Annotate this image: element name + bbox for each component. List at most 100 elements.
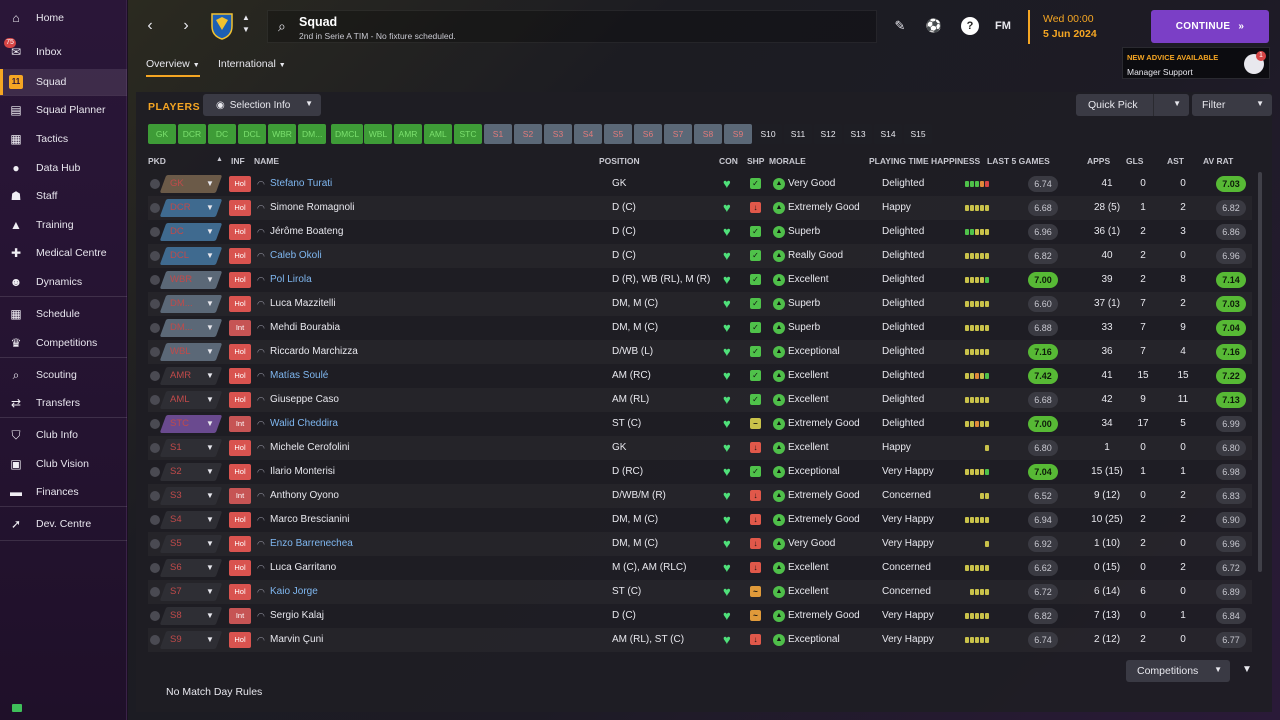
col-morale[interactable]: MORALE	[769, 156, 806, 166]
player-name[interactable]: Matías Soulé	[270, 364, 328, 388]
sidebar-item-dev-centre[interactable]: ➚ Dev. Centre	[0, 511, 127, 537]
quick-pick-button[interactable]: Quick Pick ▼	[1076, 94, 1189, 116]
pick-radio[interactable]	[150, 323, 160, 333]
sidebar-item-staff[interactable]: ☗ Staff	[0, 183, 127, 209]
table-row[interactable]: S8 ▼ Int ◠ Sergio Kalaj D (C) ♥ ~ ▲ Extremely Goo…	[148, 604, 1252, 628]
player-name[interactable]: Mehdi Bourabia	[270, 316, 340, 340]
sidebar-item-training[interactable]: ▲ Training	[0, 212, 127, 238]
player-name[interactable]: Kaio Jorge	[270, 580, 318, 604]
player-name[interactable]: Luca Garritano	[270, 556, 336, 580]
club-badge-icon[interactable]	[210, 12, 234, 40]
position-chip-s3[interactable]: S3	[544, 124, 572, 144]
back-arrow-icon[interactable]: ‹	[140, 16, 160, 36]
col-ast[interactable]: AST	[1167, 156, 1184, 166]
table-row[interactable]: GK ▼ Hol ◠ Stefano Turati GK ♥ ✓ ▲ Very Good Delig…	[148, 172, 1252, 196]
sidebar-item-finances[interactable]: ▬ Finances	[0, 479, 127, 505]
position-chip-dm[interactable]: DM...	[298, 124, 327, 144]
position-chip-s13[interactable]: S13	[844, 124, 872, 144]
club-switch-icon[interactable]: ▲ ▼	[240, 12, 252, 36]
sidebar-item-squad-planner[interactable]: ▤ Squad Planner	[0, 97, 127, 123]
pick-radio[interactable]	[150, 635, 160, 645]
col-last-5-games[interactable]: LAST 5 GAMES	[987, 156, 1050, 166]
col-position[interactable]: POSITION	[599, 156, 640, 166]
player-name[interactable]: Riccardo Marchizza	[270, 340, 358, 364]
pick-radio[interactable]	[150, 491, 160, 501]
table-row[interactable]: DCL ▼ Hol ◠ Caleb Okoli D (C) ♥ ✓ ▲ Really Good De…	[148, 244, 1252, 268]
table-row[interactable]: STC ▼ Int ◠ Walid Cheddira ST (C) ♥ – ▲ Extremely…	[148, 412, 1252, 436]
position-chip-amr[interactable]: AMR	[394, 124, 422, 144]
player-name[interactable]: Ilario Monterisi	[270, 460, 335, 484]
pick-radio[interactable]	[150, 299, 160, 309]
table-row[interactable]: DM... ▼ Int ◠ Mehdi Bourabia DM, M (C) ♥ ✓ ▲ Supe…	[148, 316, 1252, 340]
player-name[interactable]: Jérôme Boateng	[270, 220, 343, 244]
position-chip-s6[interactable]: S6	[634, 124, 662, 144]
player-name[interactable]: Stefano Turati	[270, 172, 332, 196]
player-name[interactable]: Marvin Çuni	[270, 628, 323, 652]
player-name[interactable]: Anthony Oyono	[270, 484, 339, 508]
filter-button[interactable]: Filter ▼	[1192, 94, 1272, 116]
position-chip-s10[interactable]: S10	[754, 124, 782, 144]
ball-icon[interactable]: ⚽	[925, 17, 943, 35]
sidebar-item-scouting[interactable]: ⌕ Scouting	[0, 362, 127, 388]
position-chip-s1[interactable]: S1	[484, 124, 512, 144]
pick-radio[interactable]	[150, 179, 160, 189]
tab-international[interactable]: International ▼	[218, 58, 286, 70]
col-pkd[interactable]: PKD	[148, 156, 166, 166]
player-name[interactable]: Caleb Okoli	[270, 244, 322, 268]
player-name[interactable]: Sergio Kalaj	[270, 604, 324, 628]
pick-radio[interactable]	[150, 443, 160, 453]
position-chip-s9[interactable]: S9	[724, 124, 752, 144]
position-chip-dc[interactable]: DC	[208, 124, 236, 144]
pick-radio[interactable]	[150, 419, 160, 429]
position-chip-s7[interactable]: S7	[664, 124, 692, 144]
col-av-rat[interactable]: AV RAT	[1203, 156, 1233, 166]
position-chip-s2[interactable]: S2	[514, 124, 542, 144]
pick-radio[interactable]	[150, 371, 160, 381]
table-row[interactable]: S1 ▼ Hol ◠ Michele Cerofolini GK ♥ ↓ ▲ Excellent H…	[148, 436, 1252, 460]
sidebar-item-club-info[interactable]: ⛉ Club Info	[0, 422, 127, 448]
table-row[interactable]: S9 ▼ Hol ◠ Marvin Çuni AM (RL), ST (C) ♥ ↓ ▲ Exce…	[148, 628, 1252, 652]
position-chip-s8[interactable]: S8	[694, 124, 722, 144]
player-name[interactable]: Walid Cheddira	[270, 412, 338, 436]
sidebar-item-tactics[interactable]: ▦ Tactics	[0, 126, 127, 152]
position-chip-dcl[interactable]: DCL	[238, 124, 266, 144]
col-gls[interactable]: GLS	[1126, 156, 1143, 166]
edit-icon[interactable]: ✎	[891, 17, 909, 35]
player-name[interactable]: Michele Cerofolini	[270, 436, 349, 460]
sort-arrow-icon[interactable]: ▲	[216, 156, 223, 163]
pick-radio[interactable]	[150, 227, 160, 237]
pick-radio[interactable]	[150, 251, 160, 261]
sidebar-item-home[interactable]: ⌂ Home	[0, 5, 127, 31]
col-playing-time-happiness[interactable]: PLAYING TIME HAPPINESS	[869, 156, 980, 166]
help-icon[interactable]: ?	[961, 17, 979, 35]
sidebar-item-schedule[interactable]: ▦ Schedule	[0, 301, 127, 327]
sidebar-item-club-vision[interactable]: ▣ Club Vision	[0, 451, 127, 477]
player-name[interactable]: Simone Romagnoli	[270, 196, 355, 220]
pick-radio[interactable]	[150, 467, 160, 477]
position-chip-stc[interactable]: STC	[454, 124, 482, 144]
pick-radio[interactable]	[150, 275, 160, 285]
sidebar-item-transfers[interactable]: ⇄ Transfers	[0, 390, 127, 416]
sidebar-item-squad[interactable]: 11 Squad	[0, 69, 127, 95]
pick-radio[interactable]	[150, 563, 160, 573]
position-chip-s15[interactable]: S15	[904, 124, 932, 144]
position-chip-dcr[interactable]: DCR	[178, 124, 206, 144]
position-chip-s12[interactable]: S12	[814, 124, 842, 144]
player-name[interactable]: Marco Brescianini	[270, 508, 349, 532]
col-con[interactable]: CON	[719, 156, 738, 166]
col-inf[interactable]: INF	[231, 156, 245, 166]
pick-radio[interactable]	[150, 515, 160, 525]
pick-radio[interactable]	[150, 587, 160, 597]
position-chip-dmcl[interactable]: DMCL	[331, 124, 364, 144]
sidebar-item-medical-centre[interactable]: ✚ Medical Centre	[0, 240, 127, 266]
table-row[interactable]: AMR ▼ Hol ◠ Matías Soulé AM (RC) ♥ ✓ ▲ Excellent D…	[148, 364, 1252, 388]
table-row[interactable]: DC ▼ Hol ◠ Jérôme Boateng D (C) ♥ ✓ ▲ Superb Delig…	[148, 220, 1252, 244]
position-chip-s11[interactable]: S11	[784, 124, 812, 144]
pick-radio[interactable]	[150, 203, 160, 213]
table-row[interactable]: WBR ▼ Hol ◠ Pol Lirola D (R), WB (RL), M (R) ♥…	[148, 268, 1252, 292]
col-apps[interactable]: APPS	[1087, 156, 1110, 166]
sidebar-item-data-hub[interactable]: ● Data Hub	[0, 155, 127, 181]
selection-info-button[interactable]: ◉ Selection Info ▼	[203, 94, 321, 116]
position-chip-wbl[interactable]: WBL	[364, 124, 392, 144]
table-row[interactable]: S7 ▼ Hol ◠ Kaio Jorge ST (C) ♥ ~ ▲ Excellent Conce…	[148, 580, 1252, 604]
